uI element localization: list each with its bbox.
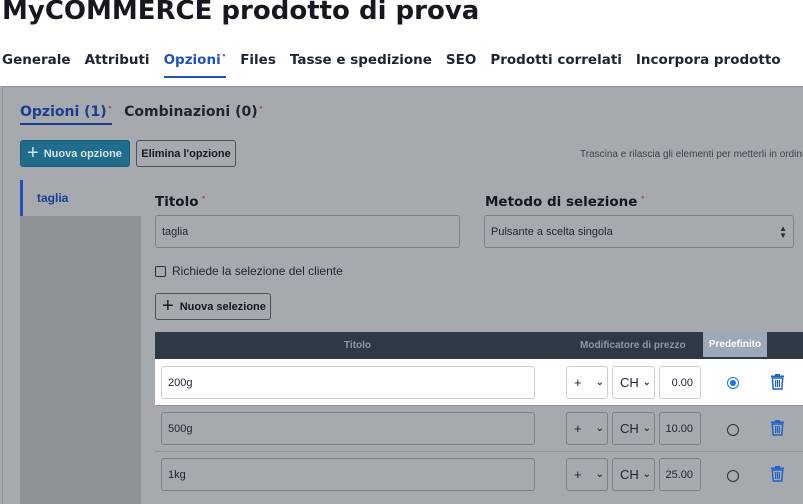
price-input[interactable]: 10.00 bbox=[659, 412, 701, 445]
price-sign-select[interactable]: + ⌄ bbox=[566, 458, 608, 491]
price-sign-select[interactable]: + ⌄ bbox=[566, 366, 608, 399]
currency-select[interactable]: CH ⌄ bbox=[612, 412, 655, 445]
chevron-down-icon: ⌄ bbox=[595, 423, 604, 434]
title-label: Titolo • bbox=[155, 194, 206, 210]
subtab-opzioni[interactable]: Opzioni (1)• bbox=[20, 104, 113, 125]
new-option-button[interactable]: + Nuova opzione bbox=[20, 140, 130, 167]
tab-incorpora-prodotto[interactable]: Incorpora prodotto bbox=[636, 52, 781, 78]
selection-title-input[interactable]: 500g bbox=[161, 412, 535, 445]
page-title: MyCOMMERCE prodotto di prova bbox=[2, 0, 480, 26]
subtab-combinazioni[interactable]: Combinazioni (0)• bbox=[124, 104, 263, 125]
required-marker: • bbox=[640, 194, 645, 202]
default-radio[interactable] bbox=[727, 424, 739, 436]
required-marker: • bbox=[201, 194, 206, 202]
price-input[interactable]: 25.00 bbox=[659, 458, 701, 491]
subtab-modified-marker: • bbox=[258, 104, 264, 112]
chevron-down-icon: ⌄ bbox=[595, 377, 604, 388]
tab-opzioni[interactable]: Opzioni• bbox=[163, 52, 227, 78]
tab-tasse-spedizione[interactable]: Tasse e spedizione bbox=[290, 52, 432, 78]
require-selection-label: Richiede la selezione del cliente bbox=[172, 264, 343, 278]
drag-hint-text: Trascina e rilascia gli elementi per met… bbox=[580, 149, 803, 160]
delete-option-button[interactable]: Elimina l'opzione bbox=[136, 140, 236, 167]
option-list-item-taglia[interactable]: taglia bbox=[20, 180, 141, 216]
tab-modified-marker: • bbox=[221, 52, 227, 60]
trash-icon[interactable] bbox=[770, 465, 785, 482]
options-sidebar bbox=[20, 180, 141, 504]
currency-select[interactable]: CH ⌄ bbox=[612, 366, 655, 399]
header-price-modifier: Modificatore di prezzo bbox=[580, 340, 686, 351]
trash-icon[interactable] bbox=[770, 419, 785, 436]
plus-icon: + bbox=[27, 141, 39, 164]
main-tabs: Generale Attributi Opzioni• Files Tasse … bbox=[0, 52, 795, 78]
default-radio-selected[interactable] bbox=[727, 377, 739, 389]
tab-seo[interactable]: SEO bbox=[446, 52, 476, 78]
new-selection-button[interactable]: + Nuova selezione bbox=[155, 293, 271, 320]
sub-tabs: Opzioni (1)• Combinazioni (0)• bbox=[20, 104, 275, 125]
require-selection-checkbox[interactable] bbox=[155, 266, 166, 277]
title-input[interactable]: taglia bbox=[155, 215, 460, 248]
selection-title-input[interactable]: 200g bbox=[161, 366, 535, 399]
chevron-down-icon: ⌄ bbox=[595, 469, 604, 480]
tab-files[interactable]: Files bbox=[240, 52, 276, 78]
plus-icon: + bbox=[162, 294, 174, 317]
currency-select[interactable]: CH ⌄ bbox=[612, 458, 655, 491]
price-input[interactable]: 0.00 bbox=[659, 366, 701, 399]
selection-title-input[interactable]: 1kg bbox=[161, 458, 535, 491]
chevron-down-icon: ⌄ bbox=[642, 423, 651, 434]
tab-prodotti-correlati[interactable]: Prodotti correlati bbox=[490, 52, 622, 78]
trash-icon[interactable] bbox=[770, 373, 785, 390]
subtab-modified-marker: • bbox=[107, 104, 113, 112]
chevron-down-icon: ⌄ bbox=[642, 377, 651, 388]
selection-method-label: Metodo di selezione • bbox=[485, 194, 645, 210]
header-default: Predefinito bbox=[703, 332, 767, 357]
selection-method-select[interactable]: Pulsante a scelta singola ▲ ▼ bbox=[484, 215, 794, 248]
header-title: Titolo bbox=[344, 340, 372, 351]
tab-attributi[interactable]: Attributi bbox=[85, 52, 150, 78]
select-arrows-icon: ▲ ▼ bbox=[779, 223, 787, 240]
tab-generale[interactable]: Generale bbox=[2, 52, 71, 78]
chevron-down-icon: ⌄ bbox=[642, 469, 651, 480]
default-radio[interactable] bbox=[727, 470, 739, 482]
price-sign-select[interactable]: + ⌄ bbox=[566, 412, 608, 445]
